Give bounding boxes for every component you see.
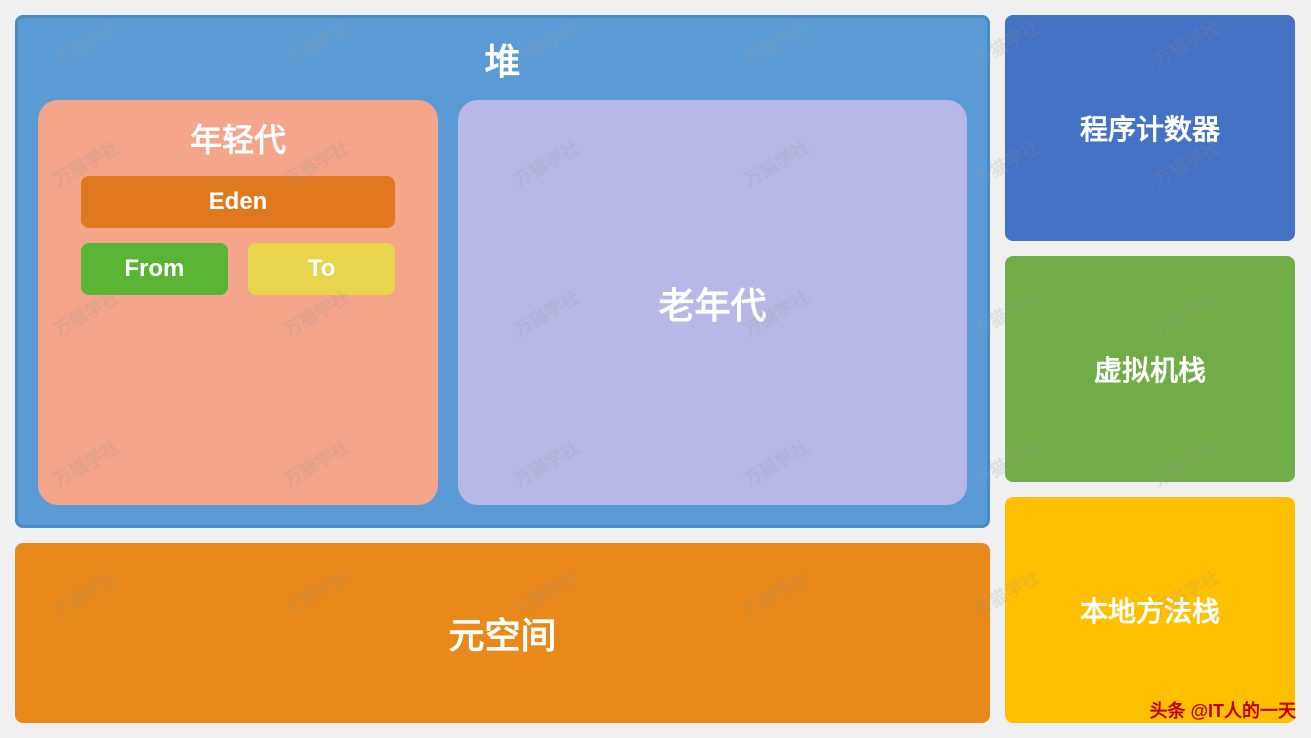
from-block: From [81,243,228,295]
young-gen: 年轻代 Eden From To [38,100,438,505]
vm-stack-title: 虚拟机栈 [1094,349,1206,389]
vm-stack-box: 虚拟机栈 [1005,256,1295,482]
heap-container: 堆 年轻代 Eden From To 老年代 [15,15,990,528]
left-column: 堆 年轻代 Eden From To 老年代 元空间 [15,15,990,723]
right-column: 程序计数器 虚拟机栈 本地方法栈 [1005,15,1295,723]
metaspace-title: 元空间 [448,607,556,659]
heap-inner: 年轻代 Eden From To 老年代 [38,100,967,505]
heap-title: 堆 [38,33,967,85]
old-gen: 老年代 [458,100,967,505]
footer-text: 头条 @IT人的一天 [1149,697,1296,723]
survivor-row: From To [81,243,396,295]
native-stack-box: 本地方法栈 [1005,497,1295,723]
young-gen-title: 年轻代 [190,115,286,161]
to-block: To [248,243,395,295]
old-gen-title: 老年代 [658,277,766,329]
native-stack-title: 本地方法栈 [1080,590,1220,630]
eden-block: Eden [81,176,396,228]
program-counter-box: 程序计数器 [1005,15,1295,241]
program-counter-title: 程序计数器 [1080,108,1220,148]
metaspace-container: 元空间 [15,543,990,723]
main-layout: 堆 年轻代 Eden From To 老年代 元空间 [0,0,1311,738]
